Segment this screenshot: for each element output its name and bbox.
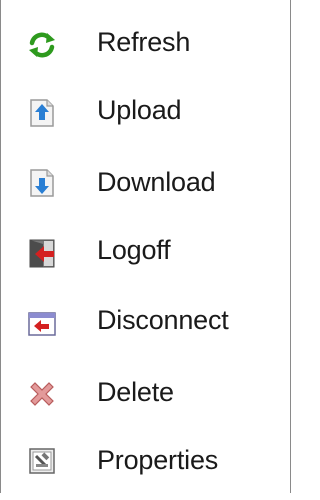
upload-icon <box>30 99 54 127</box>
menu-item-delete[interactable]: Delete <box>1 360 290 430</box>
menu-item-label: Properties <box>97 445 219 475</box>
menu-item-label: Disconnect <box>97 305 229 335</box>
delete-icon <box>30 382 54 406</box>
context-menu: Refresh Upload Download Logoff Disconnec… <box>0 0 291 493</box>
menu-item-refresh[interactable]: Refresh <box>1 10 290 80</box>
logoff-icon <box>29 239 55 268</box>
menu-item-label: Upload <box>97 95 182 125</box>
menu-item-disconnect[interactable]: Disconnect <box>1 290 290 360</box>
refresh-icon <box>29 32 55 58</box>
menu-item-properties[interactable]: Properties <box>1 430 290 500</box>
menu-item-label: Logoff <box>97 235 171 265</box>
menu-item-logoff[interactable]: Logoff <box>1 220 290 290</box>
menu-item-download[interactable]: Download <box>1 150 290 220</box>
menu-item-label: Download <box>97 167 216 197</box>
menu-item-label: Delete <box>97 377 174 407</box>
menu-item-label: Refresh <box>97 27 191 57</box>
properties-icon <box>29 448 55 474</box>
menu-item-upload[interactable]: Upload <box>1 80 290 150</box>
disconnect-icon <box>28 312 56 336</box>
download-icon <box>30 169 54 197</box>
